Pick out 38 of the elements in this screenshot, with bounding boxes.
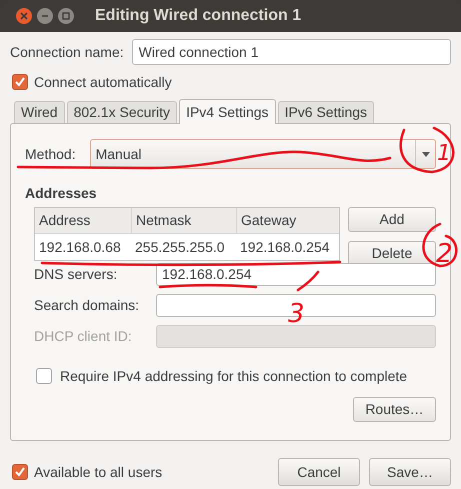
tab[interactable]: IPv4 Settings — [179, 99, 276, 124]
tab[interactable]: Wired — [14, 101, 65, 123]
field-label: Method: — [25, 144, 76, 164]
field-label: Connection name: — [10, 42, 124, 62]
column-header[interactable]: Netmask — [131, 208, 236, 233]
button[interactable]: Add — [348, 207, 436, 232]
tab[interactable]: 802.1x Security — [66, 101, 178, 123]
table-cell-text: 192.168.0.254 — [239, 238, 331, 256]
window-title: Editing Wired connection 1 — [95, 6, 302, 26]
field-label: DNS servers: — [34, 264, 118, 284]
annotation-stroke — [296, 270, 320, 292]
button[interactable]: Cancel — [278, 458, 360, 486]
annotation-number: 2 — [436, 239, 453, 269]
checkbox-label: Connect automatically — [34, 72, 172, 92]
checkbox-label: Require IPv4 addressing for this connection to complete — [60, 366, 408, 386]
input-field[interactable]: 192.168.0.254 — [156, 262, 436, 286]
column-header[interactable]: Gateway — [236, 208, 339, 233]
table-cell-text: 192.168.0.68 — [38, 238, 122, 256]
dropdown-arrow-icon — [422, 152, 430, 156]
annotation-number: 1 — [437, 141, 451, 166]
input-field[interactable]: Wired connection 1 — [132, 39, 451, 65]
tab[interactable]: IPv6 Settings — [278, 101, 374, 123]
field-label: DHCP client ID: — [34, 326, 133, 346]
field-label: Search domains: — [34, 296, 140, 314]
table-cell-text: 255.255.255.0 — [134, 238, 226, 256]
annotation-number: 3 — [288, 299, 305, 329]
method-dropdown[interactable]: Manual — [90, 139, 436, 169]
close-icon[interactable] — [16, 8, 32, 24]
column-header[interactable]: Address — [35, 208, 131, 233]
checkbox[interactable] — [36, 368, 52, 384]
checkbox-label: Available to all users — [34, 462, 164, 482]
button[interactable]: Save… — [369, 458, 451, 486]
routes-button[interactable]: Routes… — [353, 397, 436, 422]
section-title: Addresses — [25, 184, 98, 203]
minimize-icon[interactable] — [37, 8, 53, 24]
checkbox[interactable] — [12, 74, 28, 90]
checkbox[interactable] — [12, 464, 28, 480]
maximize-icon[interactable] — [58, 8, 74, 24]
